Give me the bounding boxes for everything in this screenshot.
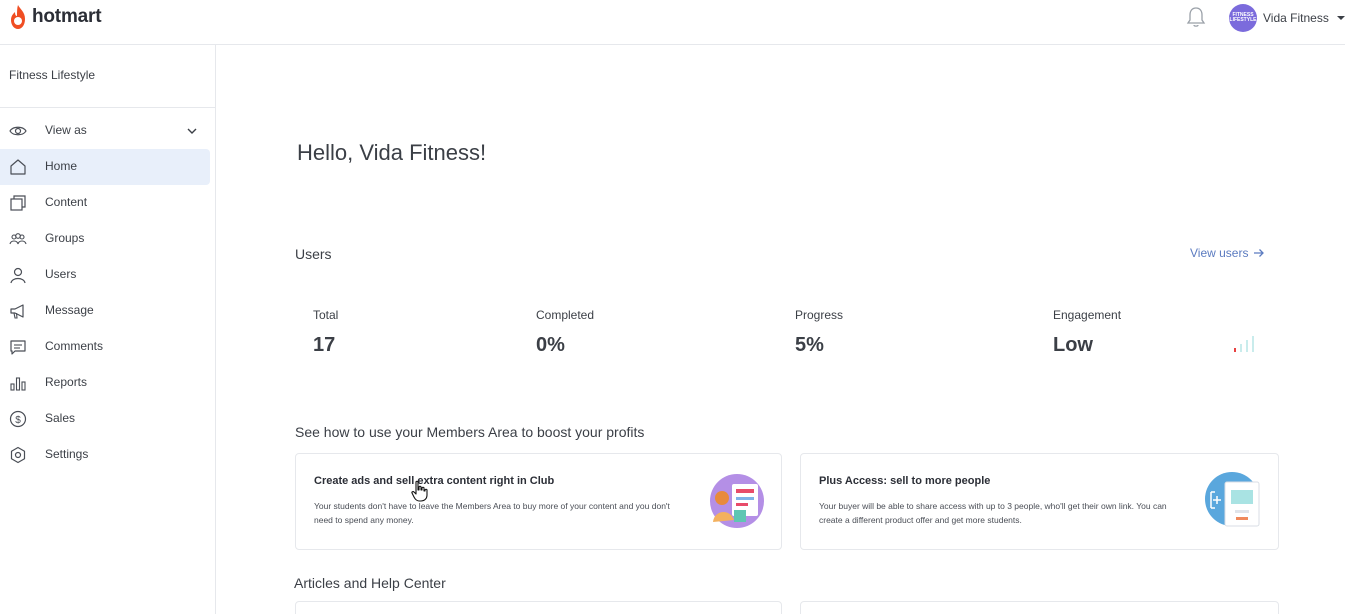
sidebar-item-label: Settings [45, 447, 89, 461]
eye-icon [9, 126, 27, 136]
top-bar: hotmart FITNESS LIFESTYLE Vida Fitness [0, 0, 1345, 45]
sell-content-illustration [710, 474, 764, 528]
sidebar-item-label: Sales [45, 411, 76, 425]
home-icon [10, 159, 26, 175]
users-section-title: Users [295, 246, 332, 262]
sidebar-item-groups[interactable]: Groups [0, 221, 210, 257]
view-users-label: View users [1190, 246, 1249, 260]
sidebar-item-label: Comments [45, 339, 104, 353]
sidebar-item-users[interactable]: Users [0, 257, 210, 293]
hand-cursor-icon [411, 480, 428, 502]
sidebar-item-view-as[interactable]: View as [0, 113, 210, 149]
avatar-text: FITNESS LIFESTYLE [1229, 12, 1257, 23]
tip-card-title: Create ads and sell extra content right … [314, 475, 555, 487]
tip-card-text: Your students don't have to leave the Me… [314, 501, 670, 525]
tip-card-text: Your buyer will be able to share access … [819, 501, 1167, 525]
sidebar-divider [0, 107, 215, 108]
user-icon [10, 267, 26, 284]
tip-card-title: Plus Access: sell to more people [819, 475, 991, 487]
content-icon [10, 195, 26, 211]
tip-card-plus-access[interactable]: Plus Access: sell to more people Your bu… [800, 453, 1279, 550]
logo-text: hotmart [32, 6, 102, 27]
stat-engagement-value: Low [1053, 334, 1093, 356]
view-users-link[interactable]: View users [1190, 246, 1265, 260]
sidebar-item-sales[interactable]: $ Sales [0, 401, 210, 437]
stat-progress-label: Progress [795, 308, 844, 322]
tip-card-ads[interactable]: Create ads and sell extra content right … [295, 453, 782, 550]
user-name: Vida Fitness [1263, 11, 1329, 25]
sidebar: Fitness Lifestyle View as Home Content G… [0, 45, 216, 614]
hotmart-logo[interactable]: hotmart [8, 2, 102, 32]
bar-chart-icon [10, 377, 26, 391]
arrow-right-icon [1254, 249, 1265, 257]
sidebar-item-message[interactable]: Message [0, 293, 210, 329]
groups-icon [9, 233, 27, 245]
articles-section-title: Articles and Help Center [294, 575, 446, 591]
stat-total-value: 17 [313, 334, 336, 356]
sidebar-item-reports[interactable]: Reports [0, 365, 210, 401]
user-menu[interactable]: FITNESS LIFESTYLE Vida Fitness [1229, 4, 1345, 32]
megaphone-icon [10, 304, 24, 319]
sidebar-item-home[interactable]: Home [0, 149, 210, 185]
avatar: FITNESS LIFESTYLE [1229, 4, 1257, 32]
sidebar-item-comments[interactable]: Comments [0, 329, 210, 365]
caret-down-icon [1336, 16, 1345, 20]
article-card[interactable] [295, 601, 782, 614]
engagement-signal-icon [1234, 336, 1254, 352]
sidebar-item-label: Home [45, 159, 78, 173]
svg-text:$: $ [15, 415, 21, 426]
sidebar-item-label: Reports [45, 375, 88, 389]
stat-completed-label: Completed [536, 308, 595, 322]
sidebar-item-label: Message [45, 303, 94, 317]
stat-engagement-label: Engagement [1053, 308, 1122, 322]
flame-icon [11, 5, 25, 29]
sidebar-item-label: Content [45, 195, 88, 209]
chevron-down-icon [187, 128, 197, 134]
tips-section-title: See how to use your Members Area to boos… [295, 424, 645, 440]
sidebar-item-settings[interactable]: Settings [0, 437, 210, 473]
stat-completed-value: 0% [536, 334, 565, 356]
stat-progress-value: 5% [795, 334, 824, 356]
dollar-icon: $ [9, 410, 27, 428]
page-title: Hello, Vida Fitness! [297, 140, 487, 165]
sidebar-item-label: View as [45, 123, 87, 137]
gear-icon [10, 446, 26, 464]
stat-total-label: Total [313, 308, 339, 322]
bell-icon[interactable] [1186, 6, 1206, 28]
sidebar-item-label: Users [45, 267, 77, 281]
product-name: Fitness Lifestyle [9, 68, 96, 82]
sidebar-item-label: Groups [45, 231, 85, 245]
comment-icon [10, 340, 26, 355]
sidebar-item-content[interactable]: Content [0, 185, 210, 221]
plus-access-illustration [1205, 472, 1260, 527]
article-card[interactable] [800, 601, 1279, 614]
